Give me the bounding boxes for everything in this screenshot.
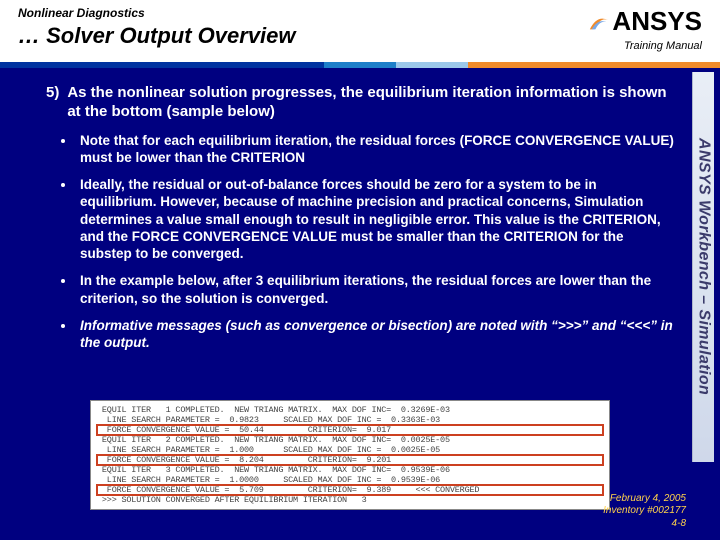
sample-line: >>> SOLUTION CONVERGED AFTER EQUILIBRIUM… xyxy=(97,495,603,505)
sample-line-highlight: FORCE CONVERGENCE VALUE = 8.204 CRITERIO… xyxy=(97,455,603,465)
sample-line: EQUIL ITER 3 COMPLETED. NEW TRIANG MATRI… xyxy=(97,465,603,475)
sample-line: EQUIL ITER 2 COMPLETED. NEW TRIANG MATRI… xyxy=(97,435,603,445)
logo-text: ANSYS xyxy=(612,6,702,37)
sample-line: LINE SEARCH PARAMETER = 1.0000 SCALED MA… xyxy=(97,475,603,485)
swoosh-icon xyxy=(588,11,610,33)
item-number: 5) xyxy=(46,84,59,122)
content-area: 5) As the nonlinear solution progresses,… xyxy=(46,84,676,361)
header: Nonlinear Diagnostics … Solver Output Ov… xyxy=(0,0,720,62)
sample-line-highlight: FORCE CONVERGENCE VALUE = 5.709 CRITERIO… xyxy=(97,485,603,495)
bullet-item: Note that for each equilibrium iteration… xyxy=(76,132,676,167)
bullet-item: Ideally, the residual or out-of-balance … xyxy=(76,176,676,262)
ansys-logo: ANSYS xyxy=(588,6,702,37)
footer: February 4, 2005 Inventory #002177 4-8 xyxy=(603,493,686,531)
logo-block: ANSYS Training Manual xyxy=(588,6,702,52)
lead-paragraph: 5) As the nonlinear solution progresses,… xyxy=(46,84,676,122)
lead-text: As the nonlinear solution progresses, th… xyxy=(67,84,676,122)
solver-output-sample: EQUIL ITER 1 COMPLETED. NEW TRIANG MATRI… xyxy=(90,400,610,510)
footer-page: 4-8 xyxy=(603,518,686,531)
accent-bar xyxy=(0,62,720,68)
footer-date: February 4, 2005 xyxy=(603,493,686,506)
vertical-sidebar: ANSYS Workbench – Simulation xyxy=(692,72,714,462)
bullet-item: Informative messages (such as convergenc… xyxy=(76,317,676,352)
sample-line: EQUIL ITER 1 COMPLETED. NEW TRIANG MATRI… xyxy=(97,405,603,415)
bullet-item: In the example below, after 3 equilibriu… xyxy=(76,272,676,307)
sidebar-title: ANSYS Workbench – Simulation xyxy=(695,138,713,395)
sample-line: LINE SEARCH PARAMETER = 0.9823 SCALED MA… xyxy=(97,415,603,425)
sample-line-highlight: FORCE CONVERGENCE VALUE = 50.44 CRITERIO… xyxy=(97,425,603,435)
bullet-list: Note that for each equilibrium iteration… xyxy=(76,132,676,352)
footer-inventory: Inventory #002177 xyxy=(603,505,686,518)
sample-line: LINE SEARCH PARAMETER = 1.000 SCALED MAX… xyxy=(97,445,603,455)
training-manual-label: Training Manual xyxy=(588,40,702,52)
